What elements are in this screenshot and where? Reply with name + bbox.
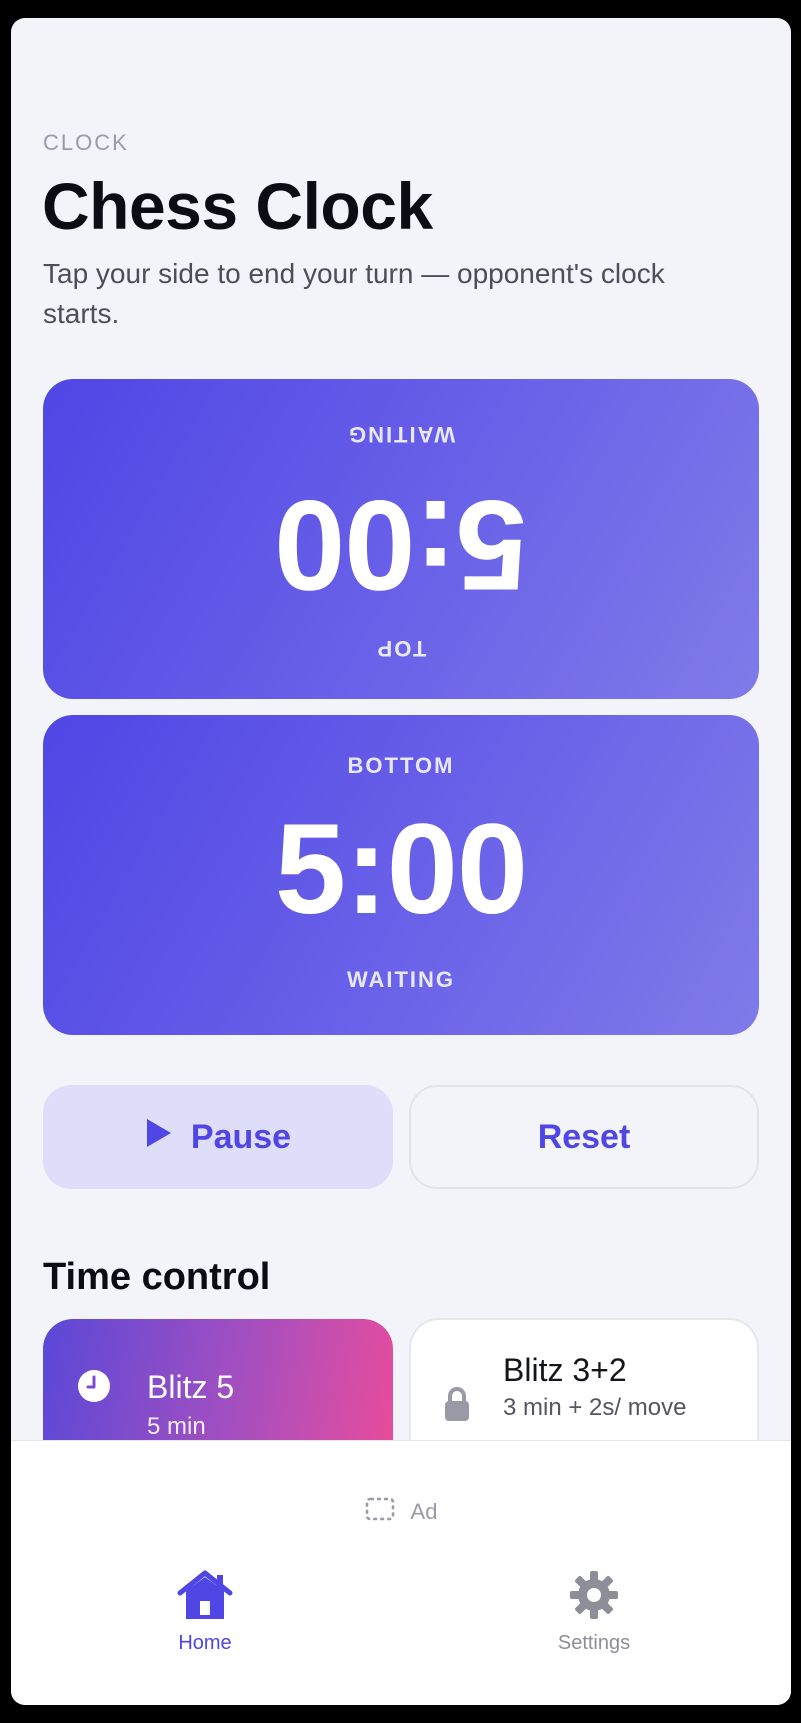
time-control-name: Blitz 5 <box>147 1369 235 1405</box>
clock-icon <box>77 1369 111 1408</box>
lock-icon <box>443 1386 471 1427</box>
bottom-clock-state: WAITING <box>346 967 456 992</box>
play-icon <box>145 1117 173 1158</box>
bottom-clock-time: 5:00 <box>274 798 528 941</box>
tab-settings-label: Settings <box>557 1632 631 1654</box>
tab-home[interactable]: Home <box>105 1569 305 1655</box>
tab-home-label: Home <box>178 1632 232 1654</box>
page-title: Chess Clock <box>42 169 433 243</box>
ad-banner[interactable]: Ad <box>11 1497 791 1527</box>
reset-button-label: Reset <box>537 1117 631 1156</box>
bottom-bar: Ad Home Settings <box>11 1440 791 1705</box>
top-clock-content: TOP 5:00 WAITING <box>43 379 759 699</box>
app-screen: CLOCK Chess Clock Tap your side to end y… <box>11 18 791 1705</box>
reset-button[interactable]: Reset <box>409 1085 759 1189</box>
time-control-desc: 5 min <box>147 1413 206 1440</box>
tab-settings[interactable]: Settings <box>494 1569 694 1655</box>
top-clock-time: 5:00 <box>274 473 528 616</box>
bottom-clock-label: BOTTOM <box>347 753 455 778</box>
time-control-name: Blitz 3+2 <box>503 1352 627 1388</box>
ad-label: Ad <box>410 1499 438 1524</box>
home-icon <box>105 1569 305 1626</box>
page-eyebrow: CLOCK <box>43 130 129 155</box>
pause-button[interactable]: Pause <box>43 1085 393 1189</box>
bottom-player-clock[interactable]: BOTTOM 5:00 WAITING <box>43 715 759 1035</box>
page-subtitle: Tap your side to end your turn — opponen… <box>43 258 665 329</box>
pause-button-label: Pause <box>190 1117 292 1156</box>
time-control-heading: Time control <box>43 1256 271 1298</box>
time-control-desc: 3 min + 2s/ move <box>503 1394 687 1421</box>
bottom-clock-content: BOTTOM 5:00 WAITING <box>43 715 759 1035</box>
gear-icon <box>494 1569 694 1626</box>
top-clock-state: WAITING <box>346 422 456 447</box>
ad-placeholder-icon <box>365 1497 395 1527</box>
top-player-clock[interactable]: TOP 5:00 WAITING <box>43 379 759 699</box>
top-clock-label: TOP <box>375 636 427 661</box>
